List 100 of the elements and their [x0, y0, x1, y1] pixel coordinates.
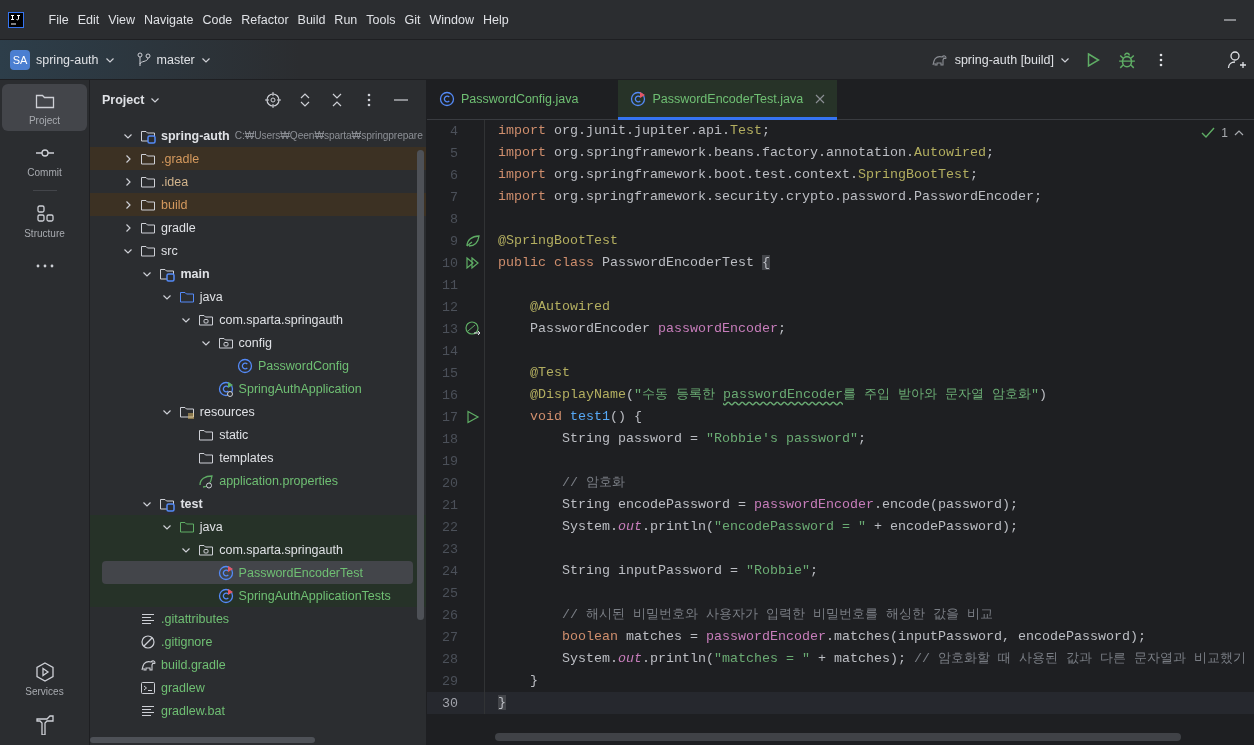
- workspace-selector[interactable]: spring-auth: [30, 48, 121, 71]
- class-icon: [439, 90, 455, 107]
- chevron-right-icon[interactable]: [123, 176, 133, 187]
- menu-item[interactable]: Tools: [361, 8, 400, 31]
- bug-icon[interactable]: [1118, 50, 1136, 69]
- scrollbar[interactable]: [90, 737, 315, 743]
- menu-item[interactable]: Git: [400, 8, 425, 31]
- chevron-up-icon[interactable]: [1234, 129, 1244, 137]
- hammer-icon[interactable]: [33, 713, 56, 735]
- terminal-icon: [140, 679, 156, 696]
- tree-item[interactable]: gradle: [161, 220, 196, 235]
- line-number: 30: [441, 695, 458, 711]
- menu-item[interactable]: Code: [197, 8, 237, 31]
- tree-item[interactable]: gradlew: [161, 680, 205, 695]
- tree-item[interactable]: templates: [219, 450, 274, 465]
- code-line: PasswordEncoder passwordEncoder;: [484, 318, 786, 340]
- menu-item[interactable]: Run: [329, 8, 362, 31]
- tool-window-button[interactable]: Commit: [2, 136, 87, 183]
- class-icon: [237, 357, 253, 374]
- tree-item[interactable]: spring-auth: [161, 128, 230, 143]
- tree-item[interactable]: gradlew.bat: [161, 703, 225, 718]
- tool-window-button[interactable]: Structure: [2, 197, 87, 244]
- code-line: System.out.println("encodePassword = " + encodePassword);: [484, 516, 1018, 538]
- class-icon: [217, 564, 234, 581]
- chevron-right-icon[interactable]: [123, 153, 133, 164]
- chevron-right-icon[interactable]: [123, 222, 133, 233]
- prohibited-icon: [140, 633, 156, 650]
- menu-item[interactable]: Build: [293, 8, 330, 31]
- more-icon[interactable]: [1159, 52, 1163, 67]
- code-line: // 암호화: [484, 472, 625, 494]
- branch-selector[interactable]: master: [130, 47, 217, 72]
- code-line: String inputPassword = "Robbie";: [484, 560, 818, 582]
- tool-window-button[interactable]: Services: [2, 655, 87, 702]
- code-line: @DisplayName("수동 등록한 passwordEncoder를 주입 받아와 문자열 암호화"): [484, 384, 1047, 406]
- code-line: import org.springframework.boot.test.context.SpringBootTest;: [484, 164, 978, 186]
- class-icon: [217, 587, 234, 604]
- tree-item[interactable]: main: [180, 266, 210, 281]
- target-icon[interactable]: [265, 92, 281, 108]
- scrollbar[interactable]: [417, 150, 424, 620]
- collapse-icon[interactable]: [331, 92, 343, 108]
- menu-item[interactable]: Refactor: [236, 8, 294, 31]
- code-line: @Test: [484, 362, 570, 384]
- menu-item[interactable]: Navigate: [139, 8, 198, 31]
- expand-icon[interactable]: [299, 92, 311, 108]
- tree-item[interactable]: .gitignore: [161, 634, 213, 649]
- tree-item[interactable]: build: [161, 197, 188, 212]
- tree-item[interactable]: resources: [199, 404, 255, 419]
- tree-item[interactable]: SpringAuthApplication: [238, 381, 362, 396]
- add-user-icon[interactable]: [1227, 49, 1247, 70]
- tree-item[interactable]: static: [219, 427, 249, 442]
- run-icon[interactable]: [1085, 51, 1101, 68]
- run-icon[interactable]: [466, 410, 480, 424]
- tree-item[interactable]: build.gradle: [161, 657, 226, 672]
- menu-item[interactable]: Edit: [73, 8, 104, 31]
- scrollbar[interactable]: [495, 733, 1181, 741]
- menu-item[interactable]: Help: [478, 8, 514, 31]
- close-icon[interactable]: [815, 93, 826, 104]
- services-icon: [33, 661, 56, 683]
- tree-item[interactable]: .gradle: [161, 151, 200, 166]
- more-icon[interactable]: [367, 93, 371, 107]
- tree-item[interactable]: java: [199, 519, 223, 534]
- code-line: import org.springframework.security.crypto.password.PasswordEncoder;: [484, 186, 1042, 208]
- project-view-selector[interactable]: Project: [102, 93, 161, 107]
- tree-item[interactable]: test: [180, 496, 203, 511]
- code-line: import org.junit.jupiter.api.Test;: [484, 120, 770, 142]
- inspection-count[interactable]: 1: [1221, 126, 1228, 140]
- check-icon[interactable]: [1201, 127, 1216, 139]
- minimize-icon[interactable]: [1224, 18, 1236, 21]
- tree-item[interactable]: application.properties: [219, 473, 338, 488]
- code-line: void test1() {: [484, 406, 642, 428]
- code-line: // 해시된 비밀번호와 사용자가 입력한 비밀번호를 해싱한 값을 비교: [484, 604, 993, 626]
- code-line: @SpringBootTest: [484, 230, 618, 252]
- editor-tab[interactable]: PasswordEncoderTest.java: [618, 80, 838, 120]
- menu-item[interactable]: View: [103, 8, 140, 31]
- menu-item[interactable]: File: [44, 8, 74, 31]
- project-badge[interactable]: SA: [10, 49, 30, 70]
- tree-item[interactable]: java: [199, 289, 223, 304]
- menu-item[interactable]: Window: [424, 8, 479, 31]
- tree-item[interactable]: src: [161, 243, 178, 258]
- project-path: C:₩Users₩Qeen₩sparta₩springprepare: [234, 130, 423, 141]
- tree-item[interactable]: .gitattributes: [161, 611, 230, 626]
- double-run-icon[interactable]: [466, 256, 480, 270]
- code-line: public class PasswordEncoderTest {: [484, 252, 770, 274]
- code-line: String encodePassword = passwordEncoder.encode(password);: [484, 494, 1018, 516]
- branch-icon: [136, 51, 151, 68]
- run-configuration-selector[interactable]: spring-auth [build]: [922, 47, 1076, 72]
- tree-item[interactable]: PasswordConfig: [258, 358, 349, 373]
- code-line: import org.springframework.beans.factory.annotation.Autowired;: [484, 142, 994, 164]
- tree-item[interactable]: config: [238, 335, 272, 350]
- leaf-icon[interactable]: [466, 234, 480, 248]
- code-line: String password = "Robbie's password";: [484, 428, 866, 450]
- editor-tab[interactable]: PasswordConfig.java: [427, 80, 591, 120]
- chevron-down-icon[interactable]: [150, 95, 161, 105]
- tool-window-button[interactable]: Project: [2, 84, 87, 131]
- tree-item[interactable]: com.sparta.springauth: [219, 312, 343, 327]
- tree-item[interactable]: .idea: [161, 174, 189, 189]
- leaf-icon: [198, 472, 215, 489]
- code-line: boolean matches = passwordEncoder.matches(inputPassword, encodePassword);: [484, 626, 1146, 648]
- app-logo-icon[interactable]: [8, 11, 24, 28]
- chevron-right-icon[interactable]: [123, 199, 133, 210]
